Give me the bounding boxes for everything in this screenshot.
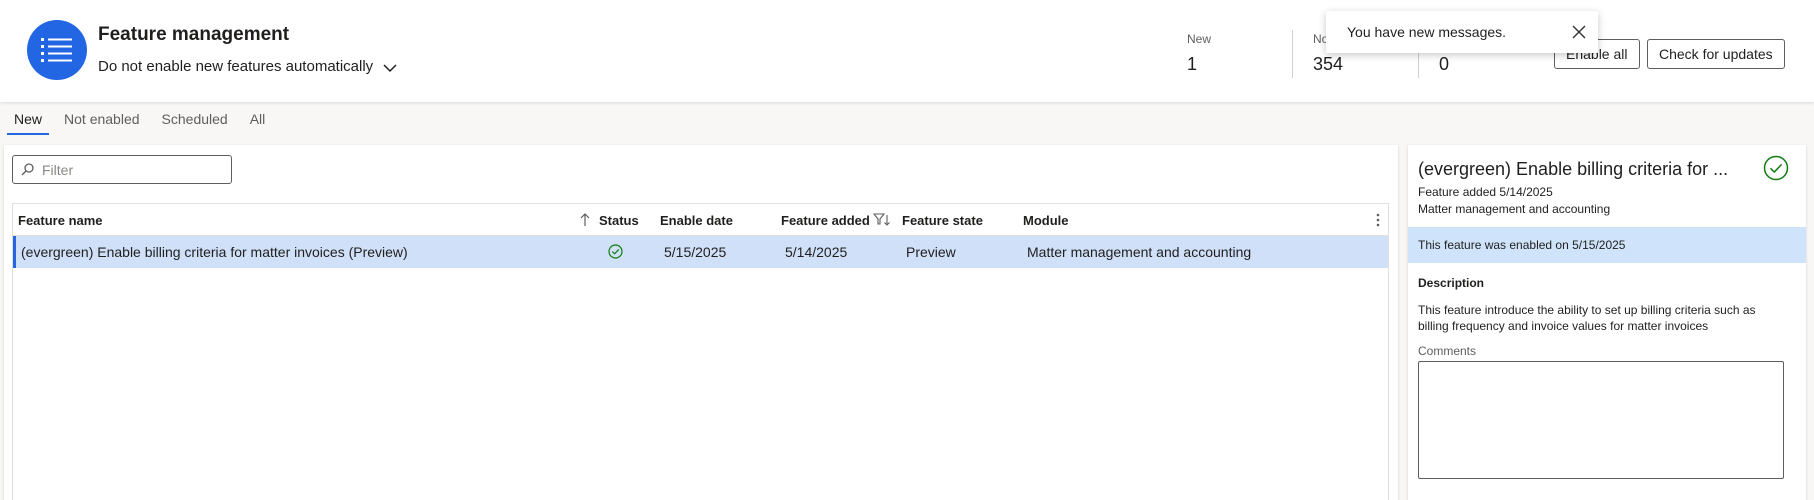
checklist-icon — [27, 20, 87, 80]
filter-sort-icon[interactable] — [873, 213, 891, 227]
feature-tabs: New Not enabled Scheduled All — [7, 108, 280, 135]
check-for-updates-button[interactable]: Check for updates — [1647, 39, 1785, 69]
filter-input[interactable] — [42, 161, 222, 178]
enabled-banner: This feature was enabled on 5/15/2025 — [1408, 227, 1806, 263]
feature-details-panel: (evergreen) Enable billing criteria for … — [1408, 145, 1806, 500]
column-module[interactable]: Module — [1023, 213, 1069, 228]
column-status[interactable]: Status — [599, 213, 639, 228]
close-icon[interactable] — [1572, 25, 1586, 39]
tab-new[interactable]: New — [7, 108, 50, 135]
detail-module: Matter management and accounting — [1418, 202, 1611, 216]
page-title: Feature management — [98, 24, 290, 45]
detail-title: (evergreen) Enable billing criteria for … — [1418, 159, 1729, 179]
chevron-down-icon — [383, 64, 397, 73]
cell-module: Matter management and accounting — [1027, 244, 1252, 260]
comments-input[interactable] — [1418, 361, 1784, 479]
filter-box — [12, 155, 232, 184]
cell-feature-state: Preview — [906, 244, 956, 260]
stat-new[interactable]: New 1 — [1187, 32, 1211, 75]
check-circle-icon — [608, 244, 623, 259]
tab-scheduled[interactable]: Scheduled — [155, 108, 235, 135]
grid-header: Feature name Status Enable date Feature … — [13, 204, 1388, 236]
page-header: Feature management Do not enable new fea… — [0, 0, 1814, 102]
search-icon — [21, 163, 34, 176]
column-enable-date[interactable]: Enable date — [660, 213, 733, 228]
stat-value: 354 — [1313, 54, 1344, 74]
cell-feature-added: 5/14/2025 — [785, 244, 848, 260]
more-options-icon[interactable] — [1376, 213, 1380, 227]
auto-enable-selected-value: Do not enable new features automatically — [98, 58, 374, 75]
table-row[interactable]: (evergreen) Enable billing criteria for … — [13, 236, 1388, 268]
check-circle-icon — [1763, 155, 1789, 181]
column-feature-added[interactable]: Feature added — [781, 213, 870, 228]
stat-label: New — [1187, 32, 1212, 46]
feature-list-panel: Feature name Status Enable date Feature … — [4, 145, 1398, 500]
cell-enable-date: 5/15/2025 — [664, 244, 727, 260]
sort-ascending-icon[interactable] — [580, 213, 590, 227]
stat-value: 1 — [1187, 54, 1198, 74]
stat-value: 0 — [1439, 54, 1450, 74]
tab-not-enabled[interactable]: Not enabled — [57, 108, 147, 135]
column-feature-state[interactable]: Feature state — [902, 213, 983, 228]
column-feature-name[interactable]: Feature name — [18, 213, 103, 228]
auto-enable-dropdown[interactable]: Do not enable new features automatically — [98, 58, 397, 75]
detail-feature-added: Feature added 5/14/2025 — [1418, 185, 1553, 199]
stat-divider — [1292, 30, 1293, 78]
tab-all[interactable]: All — [243, 108, 273, 135]
description-text: This feature introduce the ability to se… — [1418, 303, 1756, 333]
feature-grid: Feature name Status Enable date Feature … — [12, 203, 1389, 500]
comments-label: Comments — [1418, 344, 1477, 358]
cell-feature-name: (evergreen) Enable billing criteria for … — [21, 244, 408, 260]
notification-toast: You have new messages. — [1326, 11, 1598, 53]
toast-message: You have new messages. — [1347, 24, 1507, 40]
description-label: Description — [1418, 276, 1485, 290]
